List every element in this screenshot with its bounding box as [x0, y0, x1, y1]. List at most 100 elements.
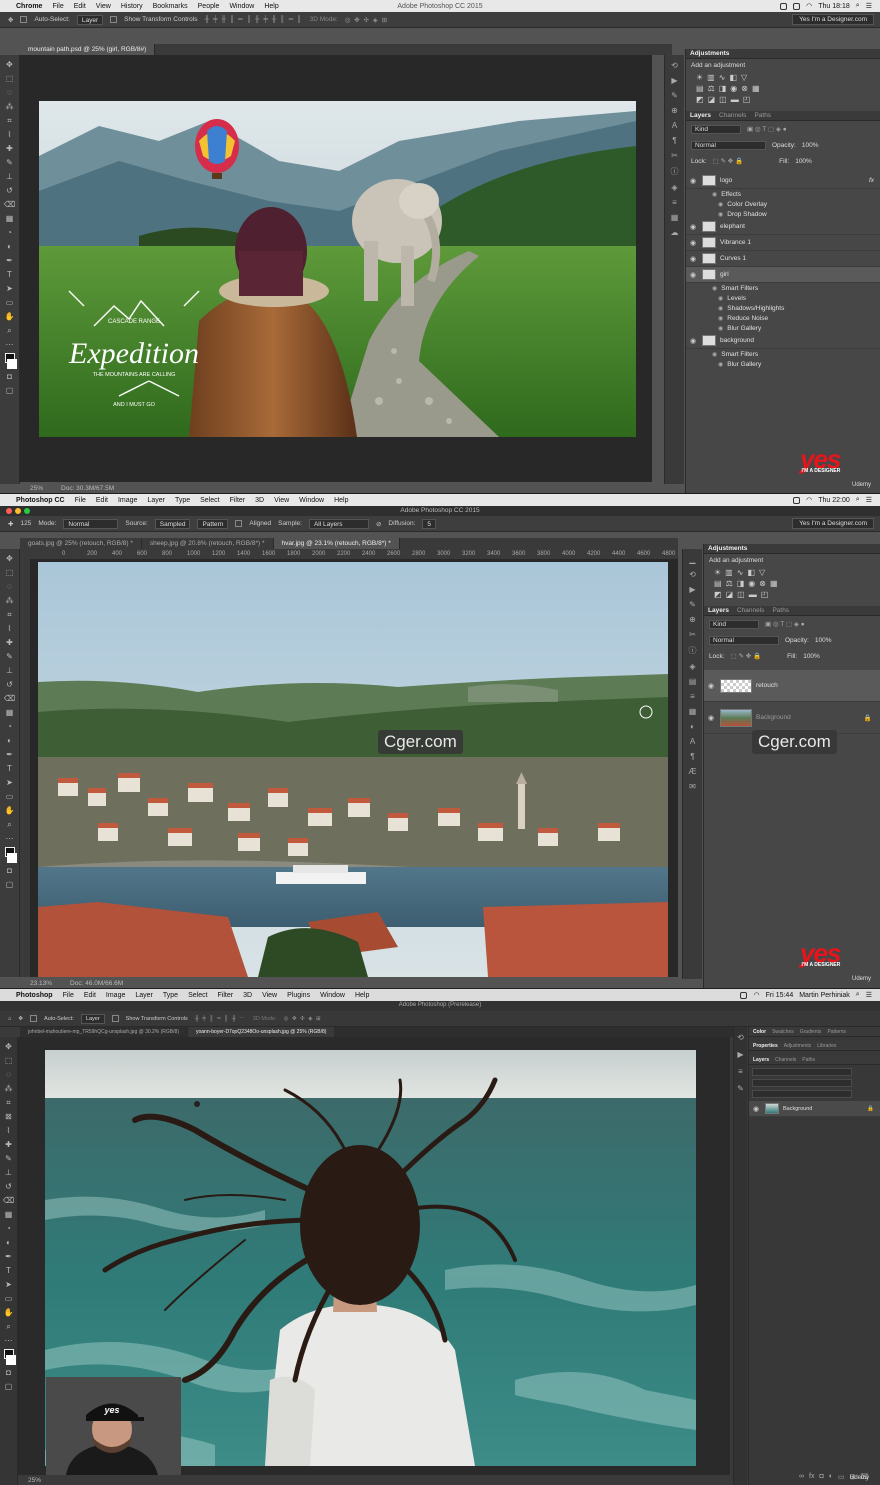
menu-filter[interactable]: Filter [230, 497, 246, 504]
layer-effect-row[interactable]: ◉ Effects [686, 189, 880, 199]
history-brush-icon[interactable]: ↺ [4, 185, 16, 197]
opacity-value[interactable]: 100% [815, 637, 832, 644]
document-image-mountain-path[interactable]: CASCADE RANGE Expedition THE MOUNTAINS A… [39, 101, 636, 437]
history-brush-icon[interactable]: ↺ [4, 679, 16, 691]
layer-effect-row[interactable]: ◉ Color Overlay [686, 199, 880, 209]
histogram-icon[interactable]: ▁ [689, 555, 695, 564]
history-icon[interactable]: ⟲ [671, 61, 678, 70]
dodge-tool-icon[interactable]: ◐ [4, 241, 16, 253]
layer-row[interactable]: ◉ Curves 1 [686, 251, 880, 267]
layer-row[interactable]: ◉ logo fx [686, 173, 880, 189]
search-icon[interactable]: ⌕ [856, 496, 860, 504]
auto-select-checkbox[interactable] [29, 1015, 37, 1022]
libraries-tab[interactable]: Libraries [817, 1043, 836, 1049]
properties-icon[interactable]: ≡ [672, 198, 677, 207]
layer-row[interactable]: ◉ girl [686, 267, 880, 283]
menu-list-icon[interactable]: ☰ [866, 2, 872, 10]
menu-type[interactable]: Type [163, 992, 178, 999]
layer-effect-row[interactable]: ◉ Levels [686, 293, 880, 303]
eye-icon[interactable]: ◉ [712, 351, 717, 358]
lock-row[interactable] [752, 1090, 852, 1098]
lasso-tool-icon[interactable]: ◌ [4, 87, 16, 99]
fill-value[interactable]: 100% [795, 158, 812, 165]
lookup-icon[interactable]: ▦ [770, 579, 778, 588]
background-color[interactable] [7, 853, 17, 863]
menu-3d[interactable]: 3D [243, 992, 252, 999]
brush-settings-icon[interactable]: ✎ [689, 600, 696, 609]
menu-file[interactable]: File [75, 497, 86, 504]
3d-icons[interactable]: ◎ ✥ ✣ ◈ ⊞ [284, 1016, 322, 1022]
properties-tab[interactable]: Properties [753, 1043, 778, 1049]
swatches-tab[interactable]: Swatches [772, 1029, 794, 1035]
zoom-tool-icon[interactable]: ⌕ [4, 325, 16, 337]
zoom-window-button[interactable] [24, 508, 30, 514]
brush-tool-icon[interactable]: ✎ [4, 651, 16, 663]
home-icon[interactable]: ⌂ [8, 1016, 11, 1022]
path-select-icon[interactable]: ➤ [4, 777, 16, 789]
move-tool-icon[interactable]: ✥ [3, 1041, 15, 1053]
zoom-tool-icon[interactable]: ⌕ [4, 819, 16, 831]
eye-icon[interactable]: ◉ [712, 191, 717, 198]
info-icon[interactable]: ⓘ [689, 645, 697, 656]
blend-mode[interactable] [752, 1079, 852, 1087]
filter-icons[interactable]: ▣ ◎ T ⬚ ◈ ● [747, 125, 787, 133]
healing-brush-icon[interactable]: ✚ [4, 143, 16, 155]
type-tool-icon[interactable]: T [3, 1265, 15, 1277]
eye-icon[interactable]: ◉ [753, 1105, 761, 1113]
layer-effect-row[interactable]: ◉ Shadows/Highlights [686, 303, 880, 313]
shape-tool-icon[interactable]: ▭ [3, 1293, 15, 1305]
stamp-tool-icon[interactable]: ⊥ [3, 1167, 15, 1179]
more-tools-icon[interactable]: ⋯ [4, 339, 16, 351]
shape-tool-icon[interactable]: ▭ [4, 791, 16, 803]
zoom-level[interactable]: 25% [30, 485, 43, 492]
workspace-switcher[interactable]: Yes I'm a Designer.com [792, 14, 874, 25]
eyedropper-icon[interactable]: ⌇ [4, 623, 16, 635]
eye-icon[interactable]: ◉ [712, 285, 717, 292]
timeline-icon[interactable]: ▤ [689, 677, 697, 686]
menu-app[interactable]: Photoshop CC [16, 497, 65, 504]
healing-brush-icon[interactable]: ✚ [3, 1139, 15, 1151]
gradient-tool-icon[interactable]: ▦ [4, 707, 16, 719]
doc-tab-sheep[interactable]: sheep.jpg @ 20.8% (retouch, RGB/8*) * [142, 538, 274, 549]
align-icons[interactable]: ╫ ╪ ║ ═ ║ ╫ ⋯ [195, 1016, 246, 1022]
gradient-tool-icon[interactable]: ▦ [4, 213, 16, 225]
character-icon[interactable]: A [672, 121, 677, 130]
gradient-map-icon[interactable]: ▬ [731, 95, 739, 104]
healing-brush-icon[interactable]: ✚ [8, 520, 13, 528]
doc-size[interactable]: Doc: 30.3M/67.5M [61, 485, 114, 492]
balance-icon[interactable]: ⚖ [726, 579, 733, 588]
crop-tool-icon[interactable]: ⌗ [3, 1097, 15, 1109]
menu-type[interactable]: Type [175, 497, 190, 504]
fx-icon[interactable]: fx [809, 1473, 814, 1481]
pen-tool-icon[interactable]: ✒ [4, 749, 16, 761]
transform-checkbox[interactable] [110, 16, 118, 23]
move-tool-icon[interactable]: ✥ [18, 1016, 23, 1022]
eye-icon[interactable]: ◉ [718, 211, 723, 218]
layer-row[interactable]: ◉ background [686, 333, 880, 349]
auto-select-dropdown[interactable]: Layer [76, 14, 104, 25]
layer-effect-row[interactable]: ◉ Blur Gallery [686, 323, 880, 333]
vibrance-icon[interactable]: ▽ [741, 73, 747, 82]
menu-select[interactable]: Select [188, 992, 207, 999]
clone-source-icon[interactable]: ⊕ [671, 106, 678, 115]
clock[interactable]: Thu 18:18 [818, 3, 850, 10]
menu-layer[interactable]: Layer [147, 497, 165, 504]
screen-mode-icon[interactable]: ▢ [4, 385, 16, 397]
layer-retouch[interactable]: ◉ retouch [704, 670, 880, 702]
lasso-tool-icon[interactable]: ◌ [4, 581, 16, 593]
move-tool-icon[interactable]: ✥ [4, 59, 16, 71]
background-color[interactable] [6, 1355, 16, 1365]
threshold-icon[interactable]: ◫ [719, 95, 727, 104]
eraser-tool-icon[interactable]: ⌫ [4, 199, 16, 211]
opacity-value[interactable]: 100% [802, 142, 819, 149]
menu-image[interactable]: Image [118, 497, 137, 504]
doc-tab-1[interactable]: johnbel-mahoutiere-mp_TR59hQCg-unsplash.… [20, 1026, 188, 1038]
more-tools-icon[interactable]: ⋯ [3, 1335, 15, 1347]
eraser-tool-icon[interactable]: ⌫ [3, 1195, 15, 1207]
menu-people[interactable]: People [198, 3, 220, 10]
menu-help[interactable]: Help [355, 992, 369, 999]
color-tab[interactable]: Color [753, 1029, 766, 1035]
vibrance-icon[interactable]: ▽ [759, 568, 765, 577]
eye-icon[interactable]: ◉ [718, 325, 723, 332]
gradient-map-icon[interactable]: ▬ [749, 590, 757, 599]
